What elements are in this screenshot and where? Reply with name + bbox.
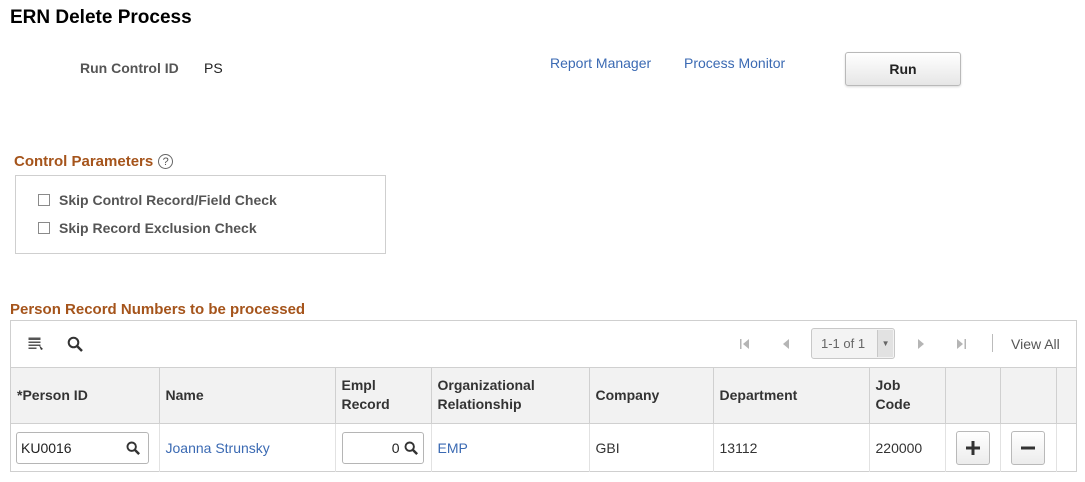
skip-control-record-label: Skip Control Record/Field Check (59, 192, 277, 208)
department-cell: 13112 (713, 423, 870, 472)
empl-record-value: 0 (391, 439, 400, 456)
person-name-link[interactable]: Joanna Strunsky (166, 440, 270, 456)
col-header-spacer (1056, 368, 1076, 424)
col-header-name[interactable]: Name (159, 368, 336, 424)
table-header-row: *Person ID Name Empl Record Organizationa… (11, 368, 1076, 424)
control-parameters-label: Control Parameters (14, 153, 154, 170)
col-header-job-code[interactable]: Job Code (869, 368, 946, 424)
empl-record-cell: 0 (335, 423, 432, 472)
skip-control-record-option[interactable]: Skip Control Record/Field Check (38, 192, 277, 208)
name-cell: Joanna Strunsky (159, 423, 336, 472)
first-page-icon[interactable] (736, 335, 754, 353)
org-relationship-link[interactable]: EMP (438, 440, 468, 456)
lookup-icon[interactable] (124, 441, 142, 455)
lookup-icon[interactable] (402, 441, 420, 455)
skip-record-exclusion-option[interactable]: Skip Record Exclusion Check (38, 220, 257, 236)
add-cell (945, 423, 1001, 472)
skip-record-exclusion-label: Skip Record Exclusion Check (59, 220, 257, 236)
process-monitor-link[interactable]: Process Monitor (684, 55, 785, 71)
person-id-input[interactable]: KU0016 (16, 431, 149, 464)
grid-title: Person Record Numbers to be processed (10, 301, 306, 318)
col-header-company[interactable]: Company (589, 368, 714, 424)
delete-row-icon (1020, 446, 1035, 450)
run-control-label: Run Control ID (80, 60, 179, 76)
report-manager-link[interactable]: Report Manager (550, 55, 651, 71)
search-icon[interactable] (66, 335, 84, 353)
grid-toolbar: 1-1 of 1 ▼ View All (11, 321, 1076, 368)
run-button[interactable]: Run (845, 52, 961, 86)
toolbar-separator (992, 334, 993, 352)
col-header-org-relationship[interactable]: Organizational Relationship (431, 368, 590, 424)
pager-dropdown[interactable]: 1-1 of 1 ▼ (811, 328, 895, 359)
add-row-icon (965, 440, 980, 455)
skip-record-exclusion-checkbox[interactable] (38, 222, 50, 234)
person-id-cell: KU0016 (11, 423, 160, 472)
last-page-icon[interactable] (952, 335, 970, 353)
help-icon[interactable]: ? (158, 154, 174, 169)
control-parameters-title: Control Parameters ? (14, 153, 174, 170)
spacer-cell (1056, 423, 1076, 472)
company-cell: GBI (589, 423, 714, 472)
view-all-link[interactable]: View All (1011, 336, 1060, 352)
person-id-value: KU0016 (21, 439, 72, 456)
table-row: KU0016 Joanna Strunsky 0 EMP GBI 13112 2… (11, 423, 1076, 472)
col-header-add (945, 368, 1001, 424)
previous-icon[interactable] (777, 335, 795, 353)
skip-control-record-checkbox[interactable] (38, 194, 50, 206)
add-row-button[interactable] (955, 430, 990, 465)
control-parameters-box: Skip Control Record/Field Check Skip Rec… (15, 175, 386, 254)
person-table: *Person ID Name Empl Record Organizationa… (11, 368, 1076, 472)
delete-cell (1000, 423, 1057, 472)
delete-row-button[interactable] (1010, 430, 1045, 465)
personalize-grid-icon[interactable] (27, 335, 45, 353)
col-header-empl-record[interactable]: Empl Record (335, 368, 432, 424)
person-grid: 1-1 of 1 ▼ View All *Person ID Name Empl… (10, 320, 1077, 472)
col-header-delete (1000, 368, 1057, 424)
col-header-person-id[interactable]: *Person ID (11, 368, 160, 424)
empl-record-input[interactable]: 0 (341, 431, 424, 464)
job-code-cell: 220000 (869, 423, 946, 472)
run-control-value: PS (204, 60, 223, 76)
chevron-down-icon[interactable]: ▼ (877, 330, 893, 357)
next-icon[interactable] (912, 335, 930, 353)
col-header-department[interactable]: Department (713, 368, 870, 424)
page-title: ERN Delete Process (10, 7, 192, 28)
pager-text: 1-1 of 1 (821, 336, 866, 351)
org-relationship-cell: EMP (431, 423, 590, 472)
